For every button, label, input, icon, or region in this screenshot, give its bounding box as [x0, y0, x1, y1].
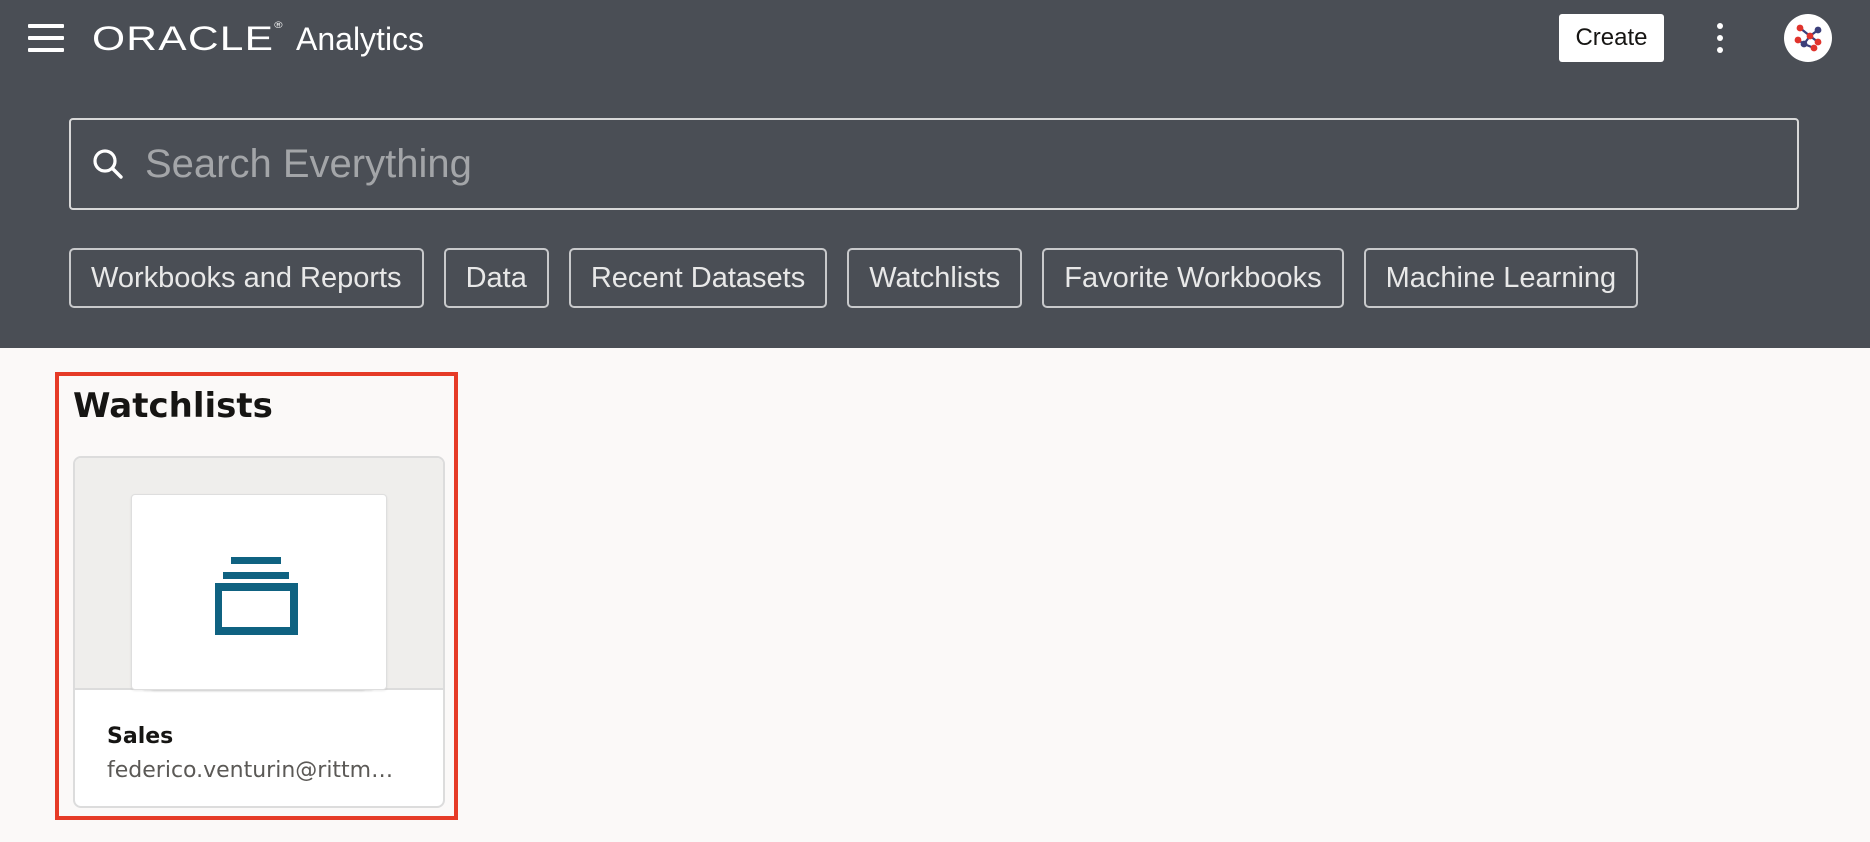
search-bar[interactable] — [69, 118, 1799, 210]
create-button[interactable]: Create — [1559, 14, 1664, 62]
thumbnail-sheet-front — [131, 494, 387, 690]
card-thumbnail — [75, 458, 443, 690]
chip-watchlists[interactable]: Watchlists — [847, 248, 1023, 308]
chip-workbooks-and-reports[interactable]: Workbooks and Reports — [69, 248, 424, 308]
chip-machine-learning[interactable]: Machine Learning — [1363, 248, 1639, 308]
section-title: Watchlists — [73, 386, 273, 426]
avatar-graphic — [1794, 24, 1822, 52]
card-owner: federico.venturin@rittm… — [107, 758, 394, 783]
search-icon — [93, 149, 123, 179]
user-avatar-icon[interactable] — [1784, 14, 1832, 62]
filter-chips: Workbooks and Reports Data Recent Datase… — [69, 248, 1639, 308]
chip-data[interactable]: Data — [443, 248, 549, 308]
watchlists-section: Watchlists Sales federico.venturin@rittm… — [55, 372, 458, 820]
oracle-logo: ORACLE® — [92, 19, 284, 58]
chip-recent-datasets[interactable]: Recent Datasets — [568, 248, 828, 308]
watchlist-card[interactable]: Sales federico.venturin@rittm… — [73, 456, 445, 808]
brand: ORACLE® Analytics — [92, 18, 424, 60]
chip-favorite-workbooks[interactable]: Favorite Workbooks — [1042, 248, 1344, 308]
watchlist-icon — [215, 557, 298, 635]
hamburger-menu-icon[interactable] — [28, 20, 68, 56]
more-vertical-icon[interactable] — [1708, 18, 1732, 58]
card-name: Sales — [107, 724, 174, 749]
search-input[interactable] — [145, 124, 1797, 204]
top-header: ORACLE® Analytics Create Search Everythi… — [0, 0, 1870, 348]
